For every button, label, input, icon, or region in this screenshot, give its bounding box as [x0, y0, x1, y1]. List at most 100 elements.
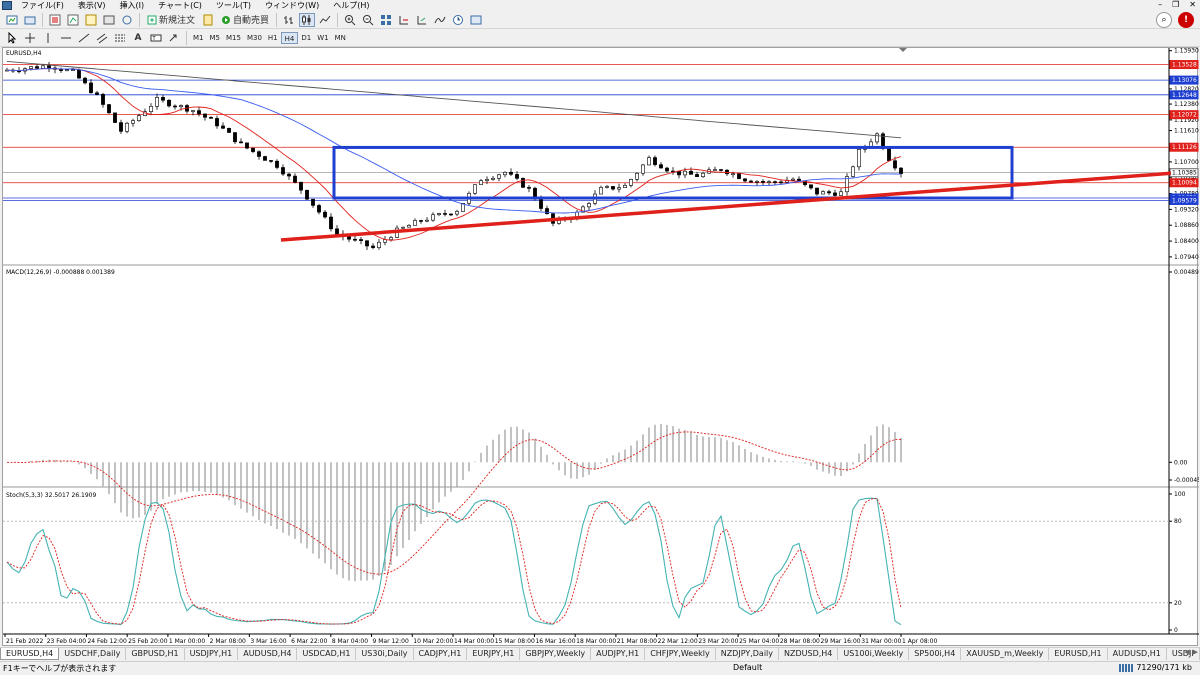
- tile-windows-icon[interactable]: [378, 13, 394, 27]
- macd-signal-line: [7, 431, 902, 575]
- strategy-tester-icon[interactable]: [119, 13, 135, 27]
- chart-tab[interactable]: CADJPY,H1: [414, 648, 468, 660]
- indicators-icon[interactable]: [432, 13, 448, 27]
- time-axis-label: 21 Mar 08:00: [617, 638, 657, 645]
- timeframe-m30[interactable]: M30: [244, 32, 265, 44]
- menu-help[interactable]: ヘルプ(H): [326, 0, 376, 11]
- timeframe-h4[interactable]: H4: [280, 31, 299, 44]
- vertical-line-icon[interactable]: [40, 31, 56, 45]
- chart-tab[interactable]: CHFJPY,Weekly: [645, 648, 716, 660]
- menu-insert[interactable]: 挿入(I): [113, 0, 152, 11]
- bull-candle: [407, 225, 411, 228]
- chart-tab[interactable]: USDCAD,H1: [297, 648, 357, 660]
- bear-candle: [545, 208, 549, 214]
- horizontal-line-icon[interactable]: [58, 31, 74, 45]
- chart-tab[interactable]: EURUSD,H1: [1049, 648, 1108, 660]
- timeframe-h1[interactable]: H1: [265, 32, 281, 44]
- chart-shift-icon[interactable]: [396, 13, 412, 27]
- chart-tab[interactable]: USDJPY,H1: [185, 648, 239, 660]
- candlestick-icon[interactable]: [299, 12, 316, 27]
- crosshair-icon[interactable]: [22, 31, 38, 45]
- tab-scroll-right-icon[interactable]: ▶: [1193, 648, 1198, 656]
- bear-candle: [305, 189, 309, 200]
- chart-shift-marker[interactable]: [899, 48, 907, 52]
- market-watch-icon[interactable]: [47, 13, 63, 27]
- chart-tab[interactable]: GBPJPY,Weekly: [520, 648, 592, 660]
- profiles-icon[interactable]: [22, 13, 38, 27]
- bear-candle: [233, 132, 237, 143]
- timeframe-mn[interactable]: MN: [332, 32, 349, 44]
- price-level-tag-text: 1.12648: [1172, 92, 1197, 99]
- chart-tab[interactable]: US30i,Daily: [356, 648, 414, 660]
- text-tool-icon[interactable]: A: [130, 31, 146, 45]
- chart-tab[interactable]: AUDJPY,H1: [591, 648, 646, 660]
- chart-tab[interactable]: XAUUSD_m,Weekly: [961, 648, 1050, 660]
- data-window-icon[interactable]: [65, 13, 81, 27]
- equidistant-channel-icon[interactable]: [94, 31, 110, 45]
- chart-tab[interactable]: AUDUSD,H1: [1108, 648, 1167, 660]
- periods-icon[interactable]: [450, 13, 466, 27]
- app-icon[interactable]: [2, 1, 12, 10]
- bar-chart-icon[interactable]: [281, 13, 297, 27]
- fibonacci-icon[interactable]: [112, 31, 128, 45]
- timeframe-d1[interactable]: D1: [298, 32, 314, 44]
- restore-icon[interactable]: ❐: [1172, 0, 1179, 9]
- chart-tab[interactable]: USDCHF,Daily: [59, 648, 127, 660]
- cursor-icon[interactable]: [4, 31, 20, 45]
- stoch-main-line: [6, 497, 902, 626]
- timeframe-m15[interactable]: M15: [223, 32, 244, 44]
- zoom-out-icon[interactable]: [360, 13, 376, 27]
- separator: [42, 12, 43, 27]
- menu-tools[interactable]: ツール(T): [209, 0, 258, 11]
- templates-icon[interactable]: [468, 13, 484, 27]
- chart-tab[interactable]: EURJPY,H1: [467, 648, 521, 660]
- menu-file[interactable]: ファイル(F): [14, 0, 71, 11]
- chart-tab[interactable]: GBPUSD,H1: [126, 648, 185, 660]
- chart-window[interactable]: 1.139301.134901.128201.123801.119201.116…: [2, 47, 1199, 647]
- bear-candle: [251, 147, 255, 152]
- line-chart-icon[interactable]: [317, 13, 333, 27]
- support-trendline[interactable]: [280, 171, 1172, 242]
- meta-editor-icon[interactable]: [200, 13, 216, 27]
- menu-view[interactable]: 表示(V): [71, 0, 113, 11]
- stoch-tick-label: 80: [1174, 518, 1182, 525]
- bear-candle: [89, 82, 93, 94]
- bear-candle: [299, 181, 303, 191]
- chart-tab[interactable]: US100i,Weekly: [838, 648, 910, 660]
- timeframe-m5[interactable]: M5: [207, 32, 224, 44]
- bear-candle: [773, 181, 777, 183]
- autoscroll-icon[interactable]: [414, 13, 430, 27]
- chart-tab[interactable]: EURUSD,H4: [0, 648, 60, 660]
- menu-window[interactable]: ウィンドウ(W): [258, 0, 326, 11]
- arrows-icon[interactable]: [166, 31, 182, 45]
- bear-candle: [347, 236, 351, 240]
- bear-candle: [173, 105, 177, 108]
- auto-trading-button[interactable]: 自動売買: [218, 13, 272, 27]
- stoch-tick-label: 0: [1174, 627, 1178, 634]
- bear-candle: [263, 156, 267, 161]
- terminal-icon[interactable]: [101, 13, 117, 27]
- chart-tab[interactable]: NZDJPY,Daily: [716, 648, 780, 660]
- chart-tab[interactable]: SP500i,H4: [909, 648, 962, 660]
- close-icon[interactable]: ✕: [1189, 0, 1196, 9]
- text-label-icon[interactable]: T: [148, 31, 164, 45]
- chart-tab[interactable]: NZDUSD,H4: [779, 648, 839, 660]
- tab-scroll-left-icon[interactable]: ◀: [1184, 648, 1189, 656]
- new-chart-icon[interactable]: [4, 13, 20, 27]
- new-order-button[interactable]: 新規注文: [144, 13, 198, 27]
- search-icon[interactable]: ⌕: [1156, 12, 1172, 28]
- separator: [337, 12, 339, 27]
- chart-canvas[interactable]: 1.139301.134901.128201.123801.119201.116…: [3, 48, 1199, 647]
- bull-candle: [377, 241, 381, 248]
- timeframe-m1[interactable]: M1: [190, 32, 207, 44]
- menu-chart[interactable]: チャート(C): [151, 0, 209, 11]
- chart-tab[interactable]: AUDUSD,H4: [238, 648, 298, 660]
- navigator-icon[interactable]: [83, 13, 99, 27]
- timeframe-w1[interactable]: W1: [314, 32, 331, 44]
- minimize-icon[interactable]: –: [1158, 0, 1162, 9]
- zoom-in-icon[interactable]: [342, 13, 358, 27]
- trendline-icon[interactable]: [76, 31, 92, 45]
- bull-candle: [65, 69, 69, 72]
- alert-icon[interactable]: !: [1178, 12, 1194, 28]
- auto-trading-icon: [222, 15, 231, 24]
